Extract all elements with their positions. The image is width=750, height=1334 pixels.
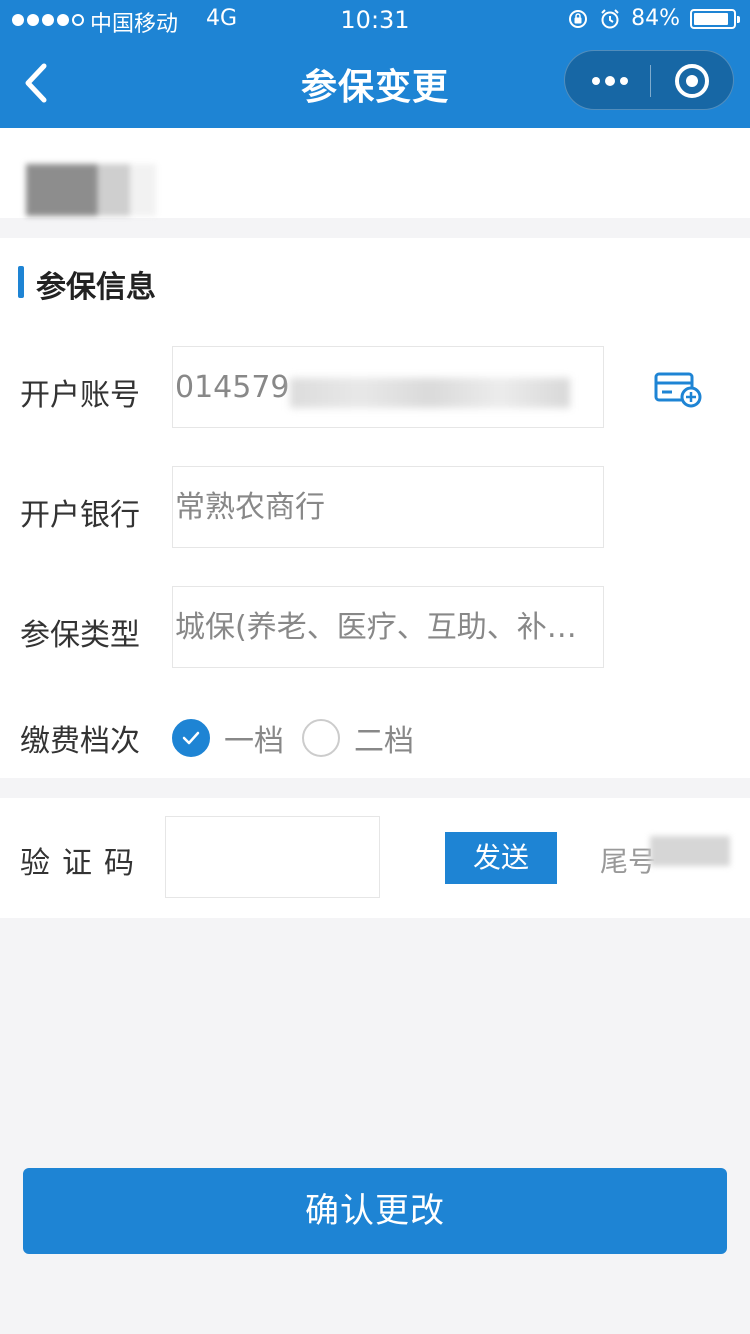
check-icon [182, 731, 200, 745]
status-right: 84% [567, 6, 740, 31]
verification-code-input[interactable] [165, 816, 380, 898]
level-2-radio[interactable] [302, 719, 340, 757]
confirm-change-button[interactable]: 确认更改 [23, 1168, 727, 1254]
level-1-label: 一档 [224, 724, 284, 759]
add-bank-card-icon[interactable] [654, 370, 702, 408]
verification-section: 验证码 发送 尾号 [0, 798, 750, 918]
more-icon[interactable] [587, 64, 633, 98]
verification-code-label: 验证码 [20, 846, 146, 881]
insurance-info-section: 参保信息 开户账号 014579 开户银行 常熟农商行 参保类型 城保(养老、医… [0, 238, 750, 778]
battery-icon [690, 8, 740, 29]
account-label: 开户账号 [20, 378, 140, 413]
level-2-label: 二档 [354, 724, 414, 759]
section-title: 参保信息 [36, 270, 156, 305]
redacted-account-number [290, 378, 570, 408]
insurance-type-field[interactable]: 城保(养老、医疗、互助、补… [172, 586, 604, 668]
capsule-divider [650, 65, 651, 97]
bank-label: 开户银行 [20, 498, 140, 533]
insurance-type-label: 参保类型 [20, 618, 140, 653]
phone-tail-label: 尾号 [600, 845, 657, 878]
section-title-marker [18, 266, 24, 298]
alarm-icon [601, 8, 619, 28]
close-mini-program-icon[interactable] [675, 64, 709, 98]
mini-program-capsule [564, 50, 734, 110]
level-1-radio[interactable] [172, 719, 210, 757]
payment-level-radio-group: 一档 二档 [172, 716, 432, 760]
bank-field[interactable]: 常熟农商行 [172, 466, 604, 548]
battery-percent: 84% [631, 6, 680, 31]
orientation-lock-icon [569, 9, 588, 28]
status-bar: 中国移动 4G 10:31 84% [0, 0, 750, 40]
payment-level-label: 缴费档次 [20, 724, 140, 759]
user-info-block [0, 128, 750, 218]
redacted-phone-tail [650, 836, 730, 866]
send-code-button[interactable]: 发送 [445, 832, 557, 884]
redacted-user-name [26, 164, 156, 216]
header: 中国移动 4G 10:31 84% 参保变更 [0, 0, 750, 128]
